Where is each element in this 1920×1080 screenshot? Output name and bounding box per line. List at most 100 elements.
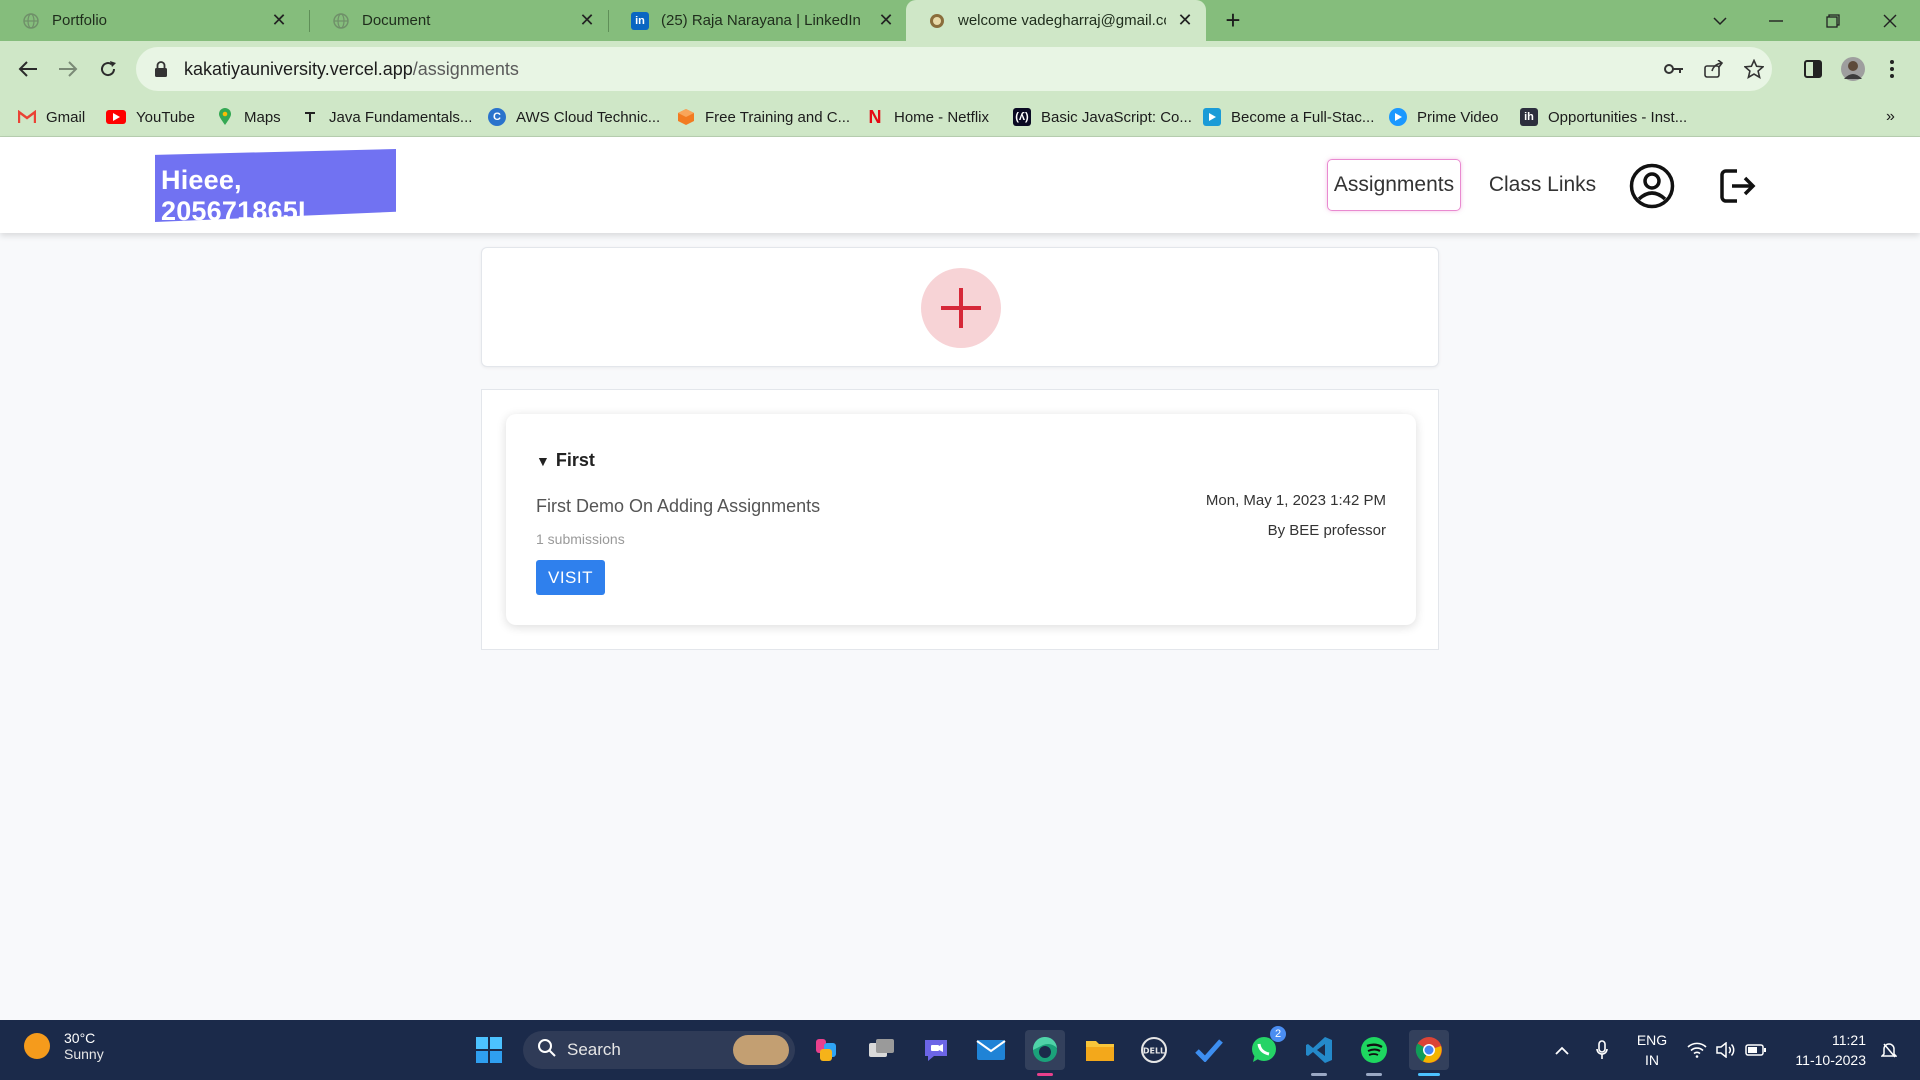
assignment-author: By BEE professor [1267, 522, 1386, 539]
assignment-summary-label: First [555, 450, 595, 470]
taskbar-search[interactable]: Search [523, 1031, 795, 1069]
new-tab-button[interactable]: + [1220, 7, 1246, 34]
mail-icon[interactable] [971, 1030, 1011, 1070]
bookmark-basic-javascript[interactable]: (ʎ) Basic JavaScript: Co... [1013, 97, 1192, 137]
edge-dev-icon[interactable] [1025, 1030, 1065, 1076]
menu-kebab-icon[interactable] [1876, 53, 1908, 85]
close-icon[interactable]: ✕ [576, 10, 598, 32]
reload-icon[interactable] [92, 53, 124, 85]
bookmark-aws-cloud[interactable]: C AWS Cloud Technic... [488, 97, 660, 137]
lock-icon[interactable] [154, 61, 170, 77]
address-bar[interactable]: kakatiyauniversity.vercel.app/assignment… [136, 47, 1772, 91]
profile-icon[interactable] [1629, 163, 1675, 209]
assignment-summary-toggle[interactable]: ▼ First [536, 450, 595, 471]
assignment-date: Mon, May 1, 2023 1:42 PM [1205, 492, 1386, 509]
gmail-icon [18, 108, 36, 126]
file-explorer-icon[interactable] [1080, 1030, 1120, 1070]
nav-class-links[interactable]: Class Links [1480, 159, 1605, 211]
bookmark-youtube[interactable]: YouTube [106, 97, 195, 137]
prime-icon [1389, 108, 1407, 126]
bookmark-label: Free Training and C... [705, 108, 851, 126]
bookmark-label: Basic JavaScript: Co... [1041, 108, 1192, 126]
share-icon[interactable] [1704, 59, 1724, 79]
close-window-button[interactable] [1862, 0, 1918, 41]
assignment-card: ▼ First First Demo On Adding Assignments… [506, 414, 1416, 625]
chrome-icon[interactable] [1409, 1030, 1449, 1076]
tab-document[interactable]: Document ✕ [310, 0, 608, 41]
task-view-icon[interactable] [862, 1030, 902, 1070]
volume-icon[interactable] [1713, 1020, 1739, 1080]
submission-count: 1 submissions [536, 531, 625, 547]
profile-avatar[interactable] [1837, 53, 1869, 85]
sun-icon [24, 1033, 50, 1059]
show-hidden-icons-chevron-icon[interactable] [1548, 1020, 1576, 1080]
running-indicator [1366, 1073, 1382, 1076]
url-host: kakatiyauniversity.vercel.app [184, 58, 413, 79]
close-icon[interactable]: ✕ [1174, 10, 1196, 32]
side-panel-icon[interactable] [1797, 53, 1829, 85]
svg-text:DELL: DELL [1143, 1047, 1165, 1056]
ih-icon: ih [1520, 108, 1538, 126]
back-icon[interactable] [12, 53, 44, 85]
tab-label: welcome vadegharraj@gmail.co [958, 12, 1166, 29]
todo-icon[interactable] [1189, 1030, 1229, 1070]
close-icon[interactable]: ✕ [268, 10, 290, 32]
disclosure-triangle-icon: ▼ [536, 452, 550, 469]
teams-chat-icon[interactable] [916, 1030, 956, 1070]
dell-icon[interactable]: DELL [1134, 1030, 1174, 1070]
tab-linkedin[interactable]: in (25) Raja Narayana | LinkedIn ✕ [609, 0, 907, 41]
greeting-banner: Hieee, 205671865L [155, 149, 396, 226]
java-icon [301, 108, 319, 126]
bookmark-prime-video[interactable]: Prime Video [1389, 97, 1498, 137]
browser-toolbar: kakatiyauniversity.vercel.app/assignment… [0, 41, 1920, 97]
bookmark-opportunities[interactable]: ih Opportunities - Inst... [1520, 97, 1687, 137]
key-icon[interactable] [1664, 59, 1684, 79]
copilot-icon[interactable] [807, 1030, 847, 1070]
wifi-icon[interactable] [1684, 1020, 1710, 1080]
bookmark-label: YouTube [136, 108, 195, 126]
bookmark-java-fundamentals[interactable]: Java Fundamentals... [301, 97, 472, 137]
bookmark-maps[interactable]: Maps [216, 97, 281, 137]
add-assignment-button[interactable] [921, 268, 1001, 348]
bookmark-label: AWS Cloud Technic... [516, 108, 661, 126]
bookmark-gmail[interactable]: Gmail [18, 97, 85, 137]
forward-icon[interactable] [52, 53, 84, 85]
visit-button[interactable]: VISIT [536, 560, 605, 595]
more-bookmarks-icon[interactable]: » [1886, 97, 1895, 137]
search-highlight-image [733, 1035, 789, 1065]
spotify-icon[interactable] [1354, 1030, 1394, 1076]
url-text: kakatiyauniversity.vercel.app/assignment… [184, 59, 519, 80]
bookmark-full-stack[interactable]: Become a Full-Stac... [1203, 97, 1374, 137]
nav-assignments[interactable]: Assignments [1327, 159, 1461, 211]
url-path: /assignments [412, 58, 519, 79]
bookmark-label: Home - Netflix [894, 108, 990, 126]
linkedin-icon: in [631, 11, 649, 30]
bookmark-free-training[interactable]: Free Training and C... [677, 97, 850, 137]
whatsapp-icon[interactable]: 2 [1244, 1026, 1286, 1070]
weather-widget[interactable]: 30°C Sunny [24, 1030, 104, 1062]
system-clock[interactable]: 11:21 11-10-2023 [1786, 1030, 1866, 1070]
bookmark-star-icon[interactable] [1744, 59, 1764, 79]
fcc-icon: (ʎ) [1013, 108, 1031, 126]
plus-icon [941, 288, 981, 328]
close-icon[interactable]: ✕ [875, 10, 897, 32]
windows-start-icon[interactable] [469, 1030, 509, 1070]
temperature: 30°C [64, 1030, 96, 1046]
bookmarks-bar: Gmail YouTube Maps Java Fundamentals... … [0, 97, 1920, 137]
assignment-list: ▼ First First Demo On Adding Assignments… [481, 389, 1439, 650]
site-icon [928, 12, 946, 30]
vscode-icon[interactable] [1299, 1030, 1339, 1076]
tab-search-chevron-icon[interactable] [1692, 0, 1748, 41]
restore-button[interactable] [1805, 0, 1861, 41]
bookmark-netflix[interactable]: N Home - Netflix [866, 97, 990, 137]
input-language[interactable]: ENG IN [1634, 1030, 1670, 1070]
microphone-icon[interactable] [1589, 1020, 1615, 1080]
minimize-button[interactable] [1748, 0, 1804, 41]
maps-icon [216, 108, 234, 126]
battery-icon[interactable] [1743, 1020, 1769, 1080]
logout-icon[interactable] [1714, 163, 1760, 209]
tab-assignments-active[interactable]: welcome vadegharraj@gmail.co ✕ [906, 0, 1206, 41]
notification-badge: 2 [1270, 1026, 1286, 1042]
tab-portfolio[interactable]: Portfolio ✕ [0, 0, 300, 41]
notification-bell-icon[interactable] [1876, 1020, 1902, 1080]
